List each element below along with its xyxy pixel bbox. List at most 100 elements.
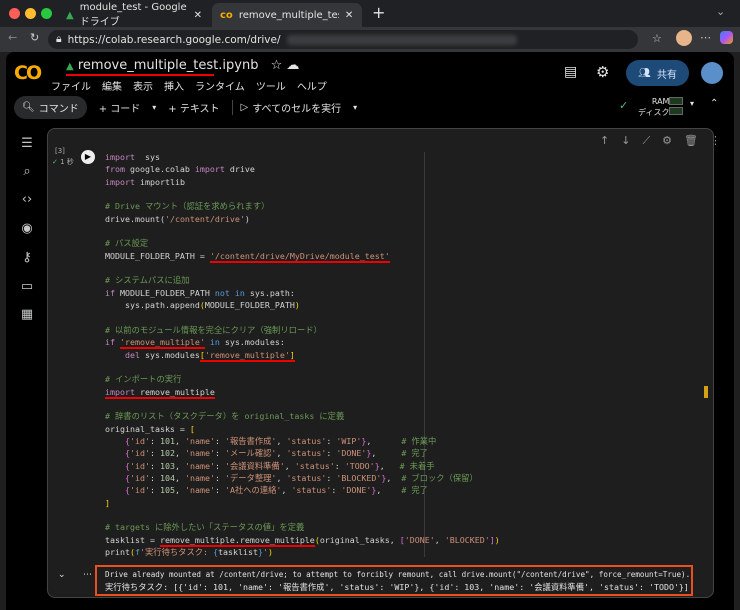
menu-view[interactable]: 表示	[133, 78, 153, 93]
code-token: {	[105, 448, 130, 459]
code-token: ,	[174, 448, 185, 459]
code-line: # システムパスに追加	[105, 274, 500, 286]
secrets-key-icon[interactable]: ⚷	[19, 250, 35, 266]
tab-list-chevron-icon[interactable]: ⌄	[716, 5, 725, 18]
settings-icon[interactable]: ⚙	[662, 134, 672, 148]
output-menu-icon[interactable]: ⋯	[83, 570, 92, 580]
code-token: importlib	[134, 176, 185, 187]
code-token: 'id'	[129, 448, 150, 459]
code-token: del	[105, 349, 140, 360]
more-icon[interactable]: ⋯	[700, 31, 711, 44]
command-palette-button[interactable]: 🔍︎ コマンド	[14, 96, 87, 119]
share-button[interactable]: 👥︎ 共有	[626, 60, 689, 86]
menu-file[interactable]: ファイル	[51, 78, 91, 93]
collapse-chevron-up-icon[interactable]: ⌃	[710, 98, 718, 109]
code-token: 'name'	[184, 472, 215, 483]
code-token: 'A社への連絡'	[224, 485, 282, 496]
code-token: 'DONE'	[404, 534, 435, 545]
variables-eye-icon[interactable]: ◉	[19, 221, 35, 237]
move-down-icon[interactable]: ↓	[621, 134, 630, 148]
find-icon[interactable]: ⌕	[19, 164, 35, 180]
delete-icon[interactable]: 🗑︎	[684, 134, 698, 148]
code-token: {	[105, 485, 130, 496]
account-avatar[interactable]	[701, 62, 723, 84]
code-token: original_tasks =	[105, 423, 190, 434]
colab-logo[interactable]: CO	[14, 62, 42, 84]
add-code-button[interactable]: + コード ▾	[99, 100, 157, 115]
output-line: Drive already mounted at /content/drive;…	[105, 570, 691, 579]
minimize-window-button[interactable]	[25, 8, 36, 19]
toc-list-icon[interactable]: ☰	[19, 136, 35, 152]
menu-tools[interactable]: ツール	[256, 78, 286, 93]
tab-colab[interactable]: coremove_multiple_test.ipynb - Co✕	[212, 3, 362, 27]
star-icon[interactable]: ☆	[271, 58, 283, 73]
back-icon[interactable]: ←	[8, 31, 17, 44]
code-token: in	[204, 337, 220, 348]
run-all-button[interactable]: ▷ すべてのセルを実行 ▾	[231, 100, 357, 115]
code-token: import	[105, 386, 135, 399]
check-icon: ✓	[52, 158, 58, 166]
collapse-output-chevron-icon[interactable]: ⌄	[58, 570, 66, 580]
favorites-star-icon[interactable]: ☆	[652, 32, 662, 45]
code-token: ,	[174, 435, 185, 446]
code-token: 'id'	[129, 435, 150, 446]
scrollbar-marker[interactable]	[704, 386, 708, 398]
code-token: ,	[284, 460, 295, 471]
new-tab-button[interactable]: +	[372, 3, 385, 22]
code-token: 103	[159, 460, 175, 471]
code-token: :	[149, 485, 160, 496]
tab-drive[interactable]: ▲ module_test - Google ドライブ ✕	[58, 2, 210, 28]
menu-help[interactable]: ヘルプ	[297, 78, 327, 93]
code-editor[interactable]: import sys from google.colab import drive…	[105, 151, 500, 558]
files-folder-icon[interactable]: ▭	[19, 279, 35, 295]
code-token: sys.modules:	[219, 337, 285, 348]
code-token: ,	[371, 448, 402, 459]
profile-avatar[interactable]	[676, 30, 692, 46]
maximize-window-button[interactable]	[41, 8, 52, 19]
code-token: ,	[276, 472, 287, 483]
menu-runtime[interactable]: ランタイム	[195, 78, 245, 93]
ram-bar	[669, 97, 683, 105]
code-token: :	[214, 485, 225, 496]
code-snippets-icon[interactable]: ‹›	[19, 192, 35, 208]
code-token: # targets に除外したい「ステータスの値」を定義	[105, 522, 305, 533]
output-line: 実行待ちタスク: [{'id': 101, 'name': '報告書作成', '…	[105, 582, 689, 592]
code-token: sys.path.append	[105, 300, 200, 311]
code-token: 'TODO'	[344, 460, 375, 471]
copilot-icon[interactable]	[720, 31, 733, 44]
menu-edit[interactable]: 編集	[102, 78, 122, 93]
add-text-button[interactable]: + テキスト	[168, 100, 219, 115]
reload-icon[interactable]: ↻	[30, 31, 39, 44]
play-icon: ▷	[240, 102, 249, 113]
link-icon[interactable]: ⟋	[642, 134, 650, 148]
move-up-icon[interactable]: ↑	[600, 134, 609, 148]
notebook-title[interactable]: ▲ remove_multiple_test.ipynb ☆ ☁	[66, 58, 299, 76]
cloud-icon[interactable]: ☁	[286, 58, 299, 73]
close-tab-icon[interactable]: ✕	[194, 10, 202, 21]
close-tab-icon[interactable]: ✕	[345, 10, 353, 21]
more-vert-icon[interactable]: ⋮	[710, 134, 721, 148]
code-line: {'id': 103, 'name': '会議資料準備', 'status': …	[105, 460, 500, 472]
code-token: :	[149, 448, 160, 459]
url-text: https://colab.research.google.com/drive/	[67, 33, 281, 46]
code-token: ,	[174, 472, 185, 483]
close-window-button[interactable]	[9, 8, 20, 19]
comment-icon[interactable]: ▤	[564, 64, 577, 80]
run-cell-button[interactable]: ▶	[81, 150, 95, 164]
code-token: ]	[289, 349, 295, 362]
code-token: # 以前のモジュール情報を完全にクリア（強制リロード）	[105, 324, 322, 335]
code-token: MODULE_FOLDER_PATH	[115, 287, 215, 298]
code-token: # インポートの実行	[105, 374, 182, 385]
settings-gear-icon[interactable]: ⚙	[596, 63, 609, 81]
resource-monitor[interactable]: RAM ディスク	[638, 96, 669, 118]
code-token: )	[244, 213, 250, 224]
runtime-dropdown-icon[interactable]: ▾	[690, 99, 694, 108]
url-input[interactable]: 🔒︎ https://colab.research.google.com/driv…	[48, 30, 638, 49]
code-token: drive.mount(	[105, 213, 165, 224]
code-token: 'DONE'	[336, 448, 367, 459]
code-token: sys	[134, 152, 160, 162]
data-table-icon[interactable]: ▦	[19, 307, 35, 323]
code-token: # 完了	[401, 485, 428, 496]
menu-insert[interactable]: 挿入	[164, 78, 184, 93]
